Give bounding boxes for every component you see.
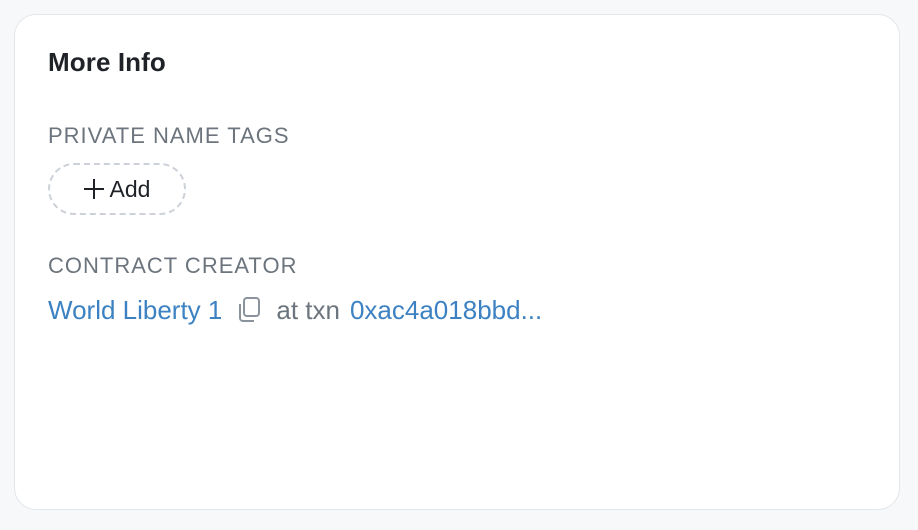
contract-creator-label: CONTRACT CREATOR xyxy=(48,253,298,278)
plus-icon xyxy=(83,179,104,199)
private-name-tags-label: PRIVATE NAME TAGS xyxy=(48,123,290,148)
creation-txn-link[interactable]: 0xac4a018bbd... xyxy=(350,295,542,326)
creator-address-link[interactable]: World Liberty 1 xyxy=(48,295,222,326)
add-name-tag-button[interactable]: Add xyxy=(48,163,186,215)
add-button-label: Add xyxy=(109,175,151,202)
more-info-card: More Info PRIVATE NAME TAGS Add CONTRACT… xyxy=(14,14,900,510)
card-title: More Info xyxy=(48,47,166,77)
at-txn-text: at txn xyxy=(276,294,340,325)
copy-icon[interactable] xyxy=(236,296,262,324)
contract-creator-row: World Liberty 1 at txn 0xac4a018bbd... xyxy=(48,293,542,327)
